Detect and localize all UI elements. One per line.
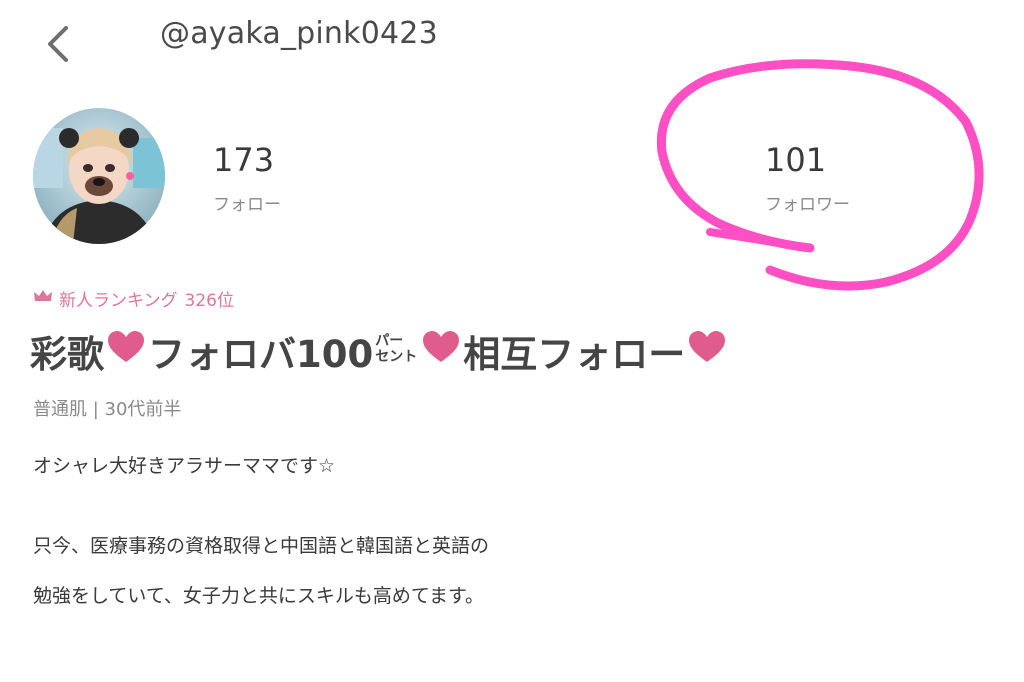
- following-label: フォロー: [213, 195, 281, 215]
- profile-bio: オシャレ大好きアラサーママです☆ 只今、医療事務の資格取得と中国語と韓国語と英語…: [33, 452, 489, 610]
- profile-attributes: 普通肌 | 30代前半: [33, 399, 182, 420]
- display-name: 彩歌 フォロバ100 パー セント 相互フォロー: [30, 324, 729, 378]
- percent-stack: パー セント: [375, 333, 417, 365]
- heart-icon: [688, 330, 726, 373]
- following-count: 173: [213, 141, 275, 179]
- ranking-badge: 新人ランキング 326位: [33, 286, 234, 311]
- heart-icon: [422, 330, 460, 373]
- display-name-part2: フォロバ100: [148, 333, 374, 376]
- ranking-value: 326位: [184, 291, 234, 311]
- followers-count: 101: [765, 141, 827, 179]
- followers-label: フォロワー: [765, 195, 850, 215]
- bio-line: オシャレ大好きアラサーママです☆: [33, 455, 336, 477]
- bio-line: 只今、医療事務の資格取得と中国語と韓国語と英語の: [33, 535, 490, 557]
- display-name-part3: 相互フォロー: [463, 333, 686, 376]
- crown-icon: [33, 288, 53, 309]
- following-stat[interactable]: 173 フォロー: [213, 140, 281, 215]
- followers-stat[interactable]: 101 フォロワー: [765, 140, 850, 215]
- percent-stack-bottom: セント: [375, 349, 418, 365]
- percent-stack-top: パー: [375, 333, 404, 349]
- bio-line: 勉強をしていて、女子力と共にスキルも高めてます。: [33, 585, 485, 607]
- back-button[interactable]: [40, 22, 80, 66]
- avatar[interactable]: [33, 108, 165, 244]
- ranking-label: 新人ランキング: [59, 291, 178, 311]
- username-handle: @ayaka_pink0423: [160, 16, 438, 51]
- display-name-part1: 彩歌: [30, 333, 104, 376]
- heart-icon: [107, 330, 145, 373]
- chevron-left-icon: [48, 26, 68, 62]
